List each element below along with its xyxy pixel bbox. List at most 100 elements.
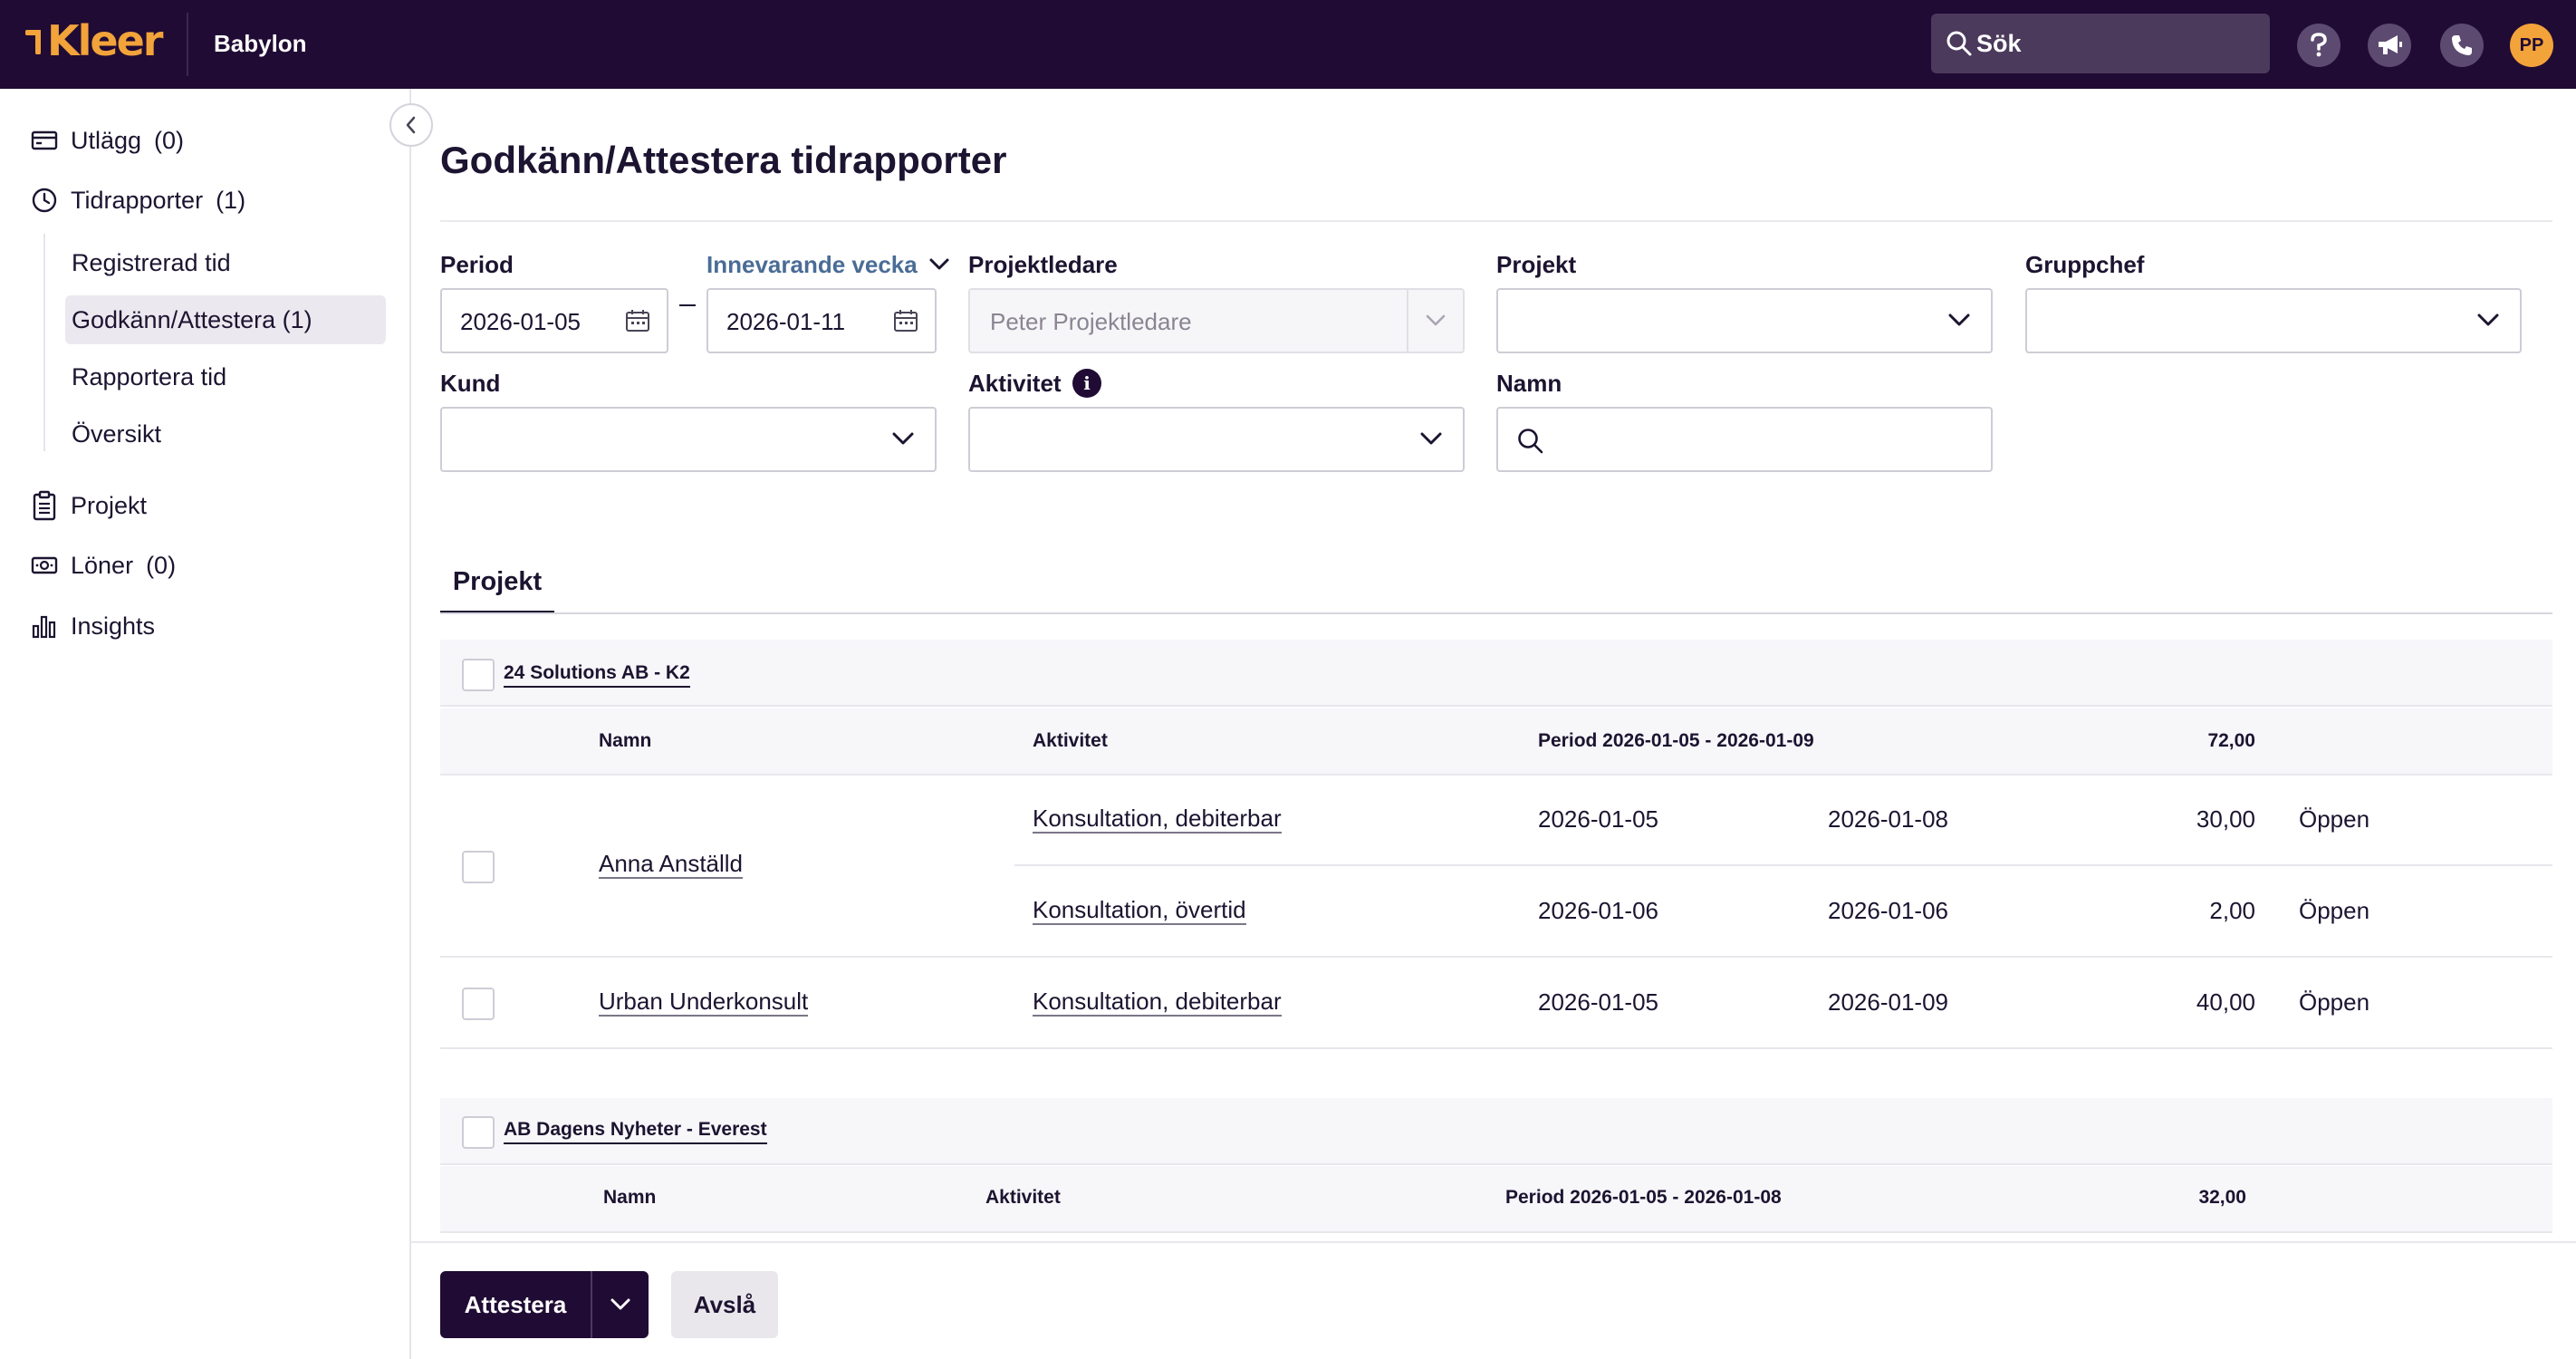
sidebar-item-loner[interactable]: Löner (0) bbox=[31, 545, 176, 585]
attestera-split-button[interactable]: Attestera bbox=[440, 1271, 649, 1338]
help-button[interactable] bbox=[2297, 24, 2341, 67]
avsla-button[interactable]: Avslå bbox=[671, 1271, 778, 1338]
projektledare-label: Projektledare bbox=[968, 251, 1118, 278]
chevron-down-icon bbox=[929, 258, 949, 270]
date-from: 2026-01-05 bbox=[1538, 988, 1658, 1016]
sidebar-item-tidrapporter[interactable]: Tidrapporter (1) bbox=[31, 180, 245, 220]
help-icon bbox=[2311, 33, 2327, 57]
company-name[interactable]: Babylon bbox=[214, 27, 307, 60]
column-header-total: 72,00 bbox=[2207, 730, 2255, 751]
namn-label: Namn bbox=[1496, 370, 1562, 397]
clipboard-icon bbox=[33, 490, 56, 521]
aktivitet-select[interactable] bbox=[968, 407, 1465, 472]
topbar-divider bbox=[187, 13, 188, 76]
chevron-down-icon bbox=[610, 1298, 630, 1310]
row-divider bbox=[440, 1047, 2552, 1049]
period-preset-dropdown[interactable]: Innevarande vecka bbox=[706, 250, 950, 279]
sidebar-item-count: (0) bbox=[154, 126, 185, 154]
period-from-value: 2026-01-05 bbox=[460, 308, 581, 335]
status-text: Öppen bbox=[2299, 805, 2370, 833]
info-icon[interactable]: i bbox=[1072, 369, 1101, 398]
tab-projekt[interactable]: Projekt bbox=[440, 558, 554, 614]
group-title-link[interactable]: 24 Solutions AB - K2 bbox=[504, 660, 690, 688]
support-phone-button[interactable] bbox=[2440, 24, 2484, 67]
column-header-namn[interactable]: Namn bbox=[599, 728, 651, 754]
global-search[interactable]: Sök bbox=[1931, 14, 2270, 73]
sidebar-item-count: (0) bbox=[146, 551, 177, 579]
column-header-aktivitet[interactable]: Aktivitet bbox=[1033, 728, 1108, 754]
search-icon bbox=[1946, 31, 1972, 56]
kund-select[interactable] bbox=[440, 407, 937, 472]
search-icon bbox=[1518, 429, 1543, 454]
money-icon bbox=[31, 556, 58, 574]
date-to: 2026-01-09 bbox=[1828, 988, 1948, 1016]
user-avatar[interactable]: PP bbox=[2510, 24, 2553, 67]
footer-divider bbox=[411, 1241, 2576, 1243]
sidebar-item-label: Insights bbox=[71, 612, 156, 640]
period-preset-label: Innevarande vecka bbox=[706, 251, 918, 278]
gruppchef-label: Gruppchef bbox=[2025, 251, 2145, 278]
status-text: Öppen bbox=[2299, 897, 2370, 924]
page-title: Godkänn/Attestera tidrapporter bbox=[440, 139, 1007, 181]
news-button[interactable] bbox=[2368, 24, 2411, 67]
chevron-down-icon bbox=[1948, 313, 1970, 326]
calendar-icon[interactable] bbox=[893, 308, 918, 333]
sidebar-subitem-rapportera-tid[interactable]: Rapportera tid bbox=[65, 352, 386, 401]
activity-link[interactable]: Konsultation, debiterbar bbox=[1033, 988, 1282, 1017]
date-to: 2026-01-06 bbox=[1828, 897, 1948, 924]
sidebar-item-insights[interactable]: Insights bbox=[31, 606, 155, 646]
date-to: 2026-01-08 bbox=[1828, 805, 1948, 833]
hours-value: 40,00 bbox=[2196, 988, 2255, 1016]
group-checkbox[interactable] bbox=[462, 659, 495, 691]
attestera-options-button[interactable] bbox=[592, 1271, 649, 1338]
sidebar-collapse-button[interactable] bbox=[389, 103, 433, 147]
sidebar-subitem-oversikt[interactable]: Översikt bbox=[65, 410, 386, 458]
chevron-down-icon bbox=[1420, 432, 1442, 445]
period-to-field[interactable]: 2026-01-11 bbox=[706, 288, 937, 353]
row-divider bbox=[1014, 864, 2552, 866]
projekt-select[interactable] bbox=[1496, 288, 1993, 353]
sidebar-subitem-godkann-attestera[interactable]: Godkänn/Attestera (1) bbox=[65, 295, 386, 344]
megaphone-icon bbox=[2379, 35, 2402, 54]
sidebar-item-label: Projekt bbox=[71, 491, 148, 519]
sidebar-item-label: Utlägg bbox=[71, 126, 142, 154]
hours-value: 2,00 bbox=[2209, 897, 2255, 924]
hours-value: 30,00 bbox=[2196, 805, 2255, 833]
employee-name-link[interactable]: Anna Anställd bbox=[599, 850, 744, 879]
column-header-aktivitet[interactable]: Aktivitet bbox=[985, 1185, 1061, 1210]
sidebar-subitem-registrerad-tid[interactable]: Registrerad tid bbox=[65, 238, 386, 287]
activity-link[interactable]: Konsultation, övertid bbox=[1033, 896, 1246, 925]
chevron-down-icon bbox=[892, 432, 914, 445]
activity-link[interactable]: Konsultation, debiterbar bbox=[1033, 805, 1282, 834]
title-divider bbox=[440, 220, 2552, 222]
employee-name-link[interactable]: Urban Underkonsult bbox=[599, 988, 809, 1017]
kleer-logo[interactable]: Kleer bbox=[25, 16, 163, 65]
group-header bbox=[440, 640, 2552, 707]
sidebar-item-utlagg[interactable]: Utlägg (0) bbox=[31, 120, 184, 160]
projektledare-select: Peter Projektledare bbox=[968, 288, 1465, 353]
period-from-field[interactable]: 2026-01-05 bbox=[440, 288, 668, 353]
row-checkbox[interactable] bbox=[462, 851, 495, 883]
gruppchef-select[interactable] bbox=[2025, 288, 2522, 353]
card-icon bbox=[31, 130, 58, 150]
submenu-guide-line bbox=[43, 234, 45, 451]
calendar-icon[interactable] bbox=[625, 308, 650, 333]
sidebar-item-label: Löner bbox=[71, 551, 134, 579]
date-from: 2026-01-05 bbox=[1538, 805, 1658, 833]
chevron-down-icon bbox=[1426, 314, 1446, 326]
period-to-value: 2026-01-11 bbox=[726, 308, 846, 335]
projektledare-chevron bbox=[1407, 290, 1463, 352]
row-divider bbox=[440, 956, 2552, 958]
namn-search-input[interactable] bbox=[1496, 407, 1993, 472]
sidebar-item-projekt[interactable]: Projekt bbox=[31, 486, 147, 525]
group-title-link[interactable]: AB Dagens Nyheter - Everest bbox=[504, 1117, 767, 1144]
group-checkbox[interactable] bbox=[462, 1116, 495, 1149]
aktivitet-label: Aktivitet bbox=[968, 370, 1062, 397]
column-header-namn[interactable]: Namn bbox=[603, 1185, 656, 1210]
attestera-button[interactable]: Attestera bbox=[440, 1271, 591, 1338]
projektledare-value: Peter Projektledare bbox=[990, 308, 1192, 335]
logo-text: Kleer bbox=[47, 16, 163, 65]
row-checkbox[interactable] bbox=[462, 988, 495, 1020]
sidebar-item-count: (1) bbox=[216, 186, 246, 214]
sidebar-item-label: Tidrapporter bbox=[71, 186, 204, 214]
